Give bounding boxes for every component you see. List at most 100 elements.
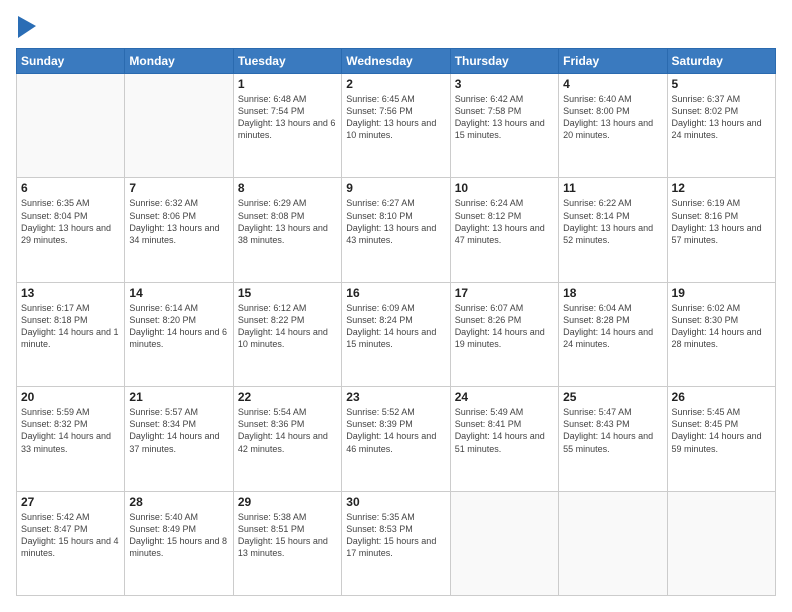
day-info: Sunrise: 5:54 AM Sunset: 8:36 PM Dayligh… — [238, 406, 337, 455]
weekday-header: Saturday — [667, 49, 775, 74]
day-number: 14 — [129, 286, 228, 300]
calendar-cell: 30 Sunrise: 5:35 AM Sunset: 8:53 PM Dayli… — [342, 491, 450, 595]
calendar-cell: 27 Sunrise: 5:42 AM Sunset: 8:47 PM Dayli… — [17, 491, 125, 595]
day-info: Sunrise: 6:27 AM Sunset: 8:10 PM Dayligh… — [346, 197, 445, 246]
day-number: 3 — [455, 77, 554, 91]
day-number: 2 — [346, 77, 445, 91]
day-info: Sunrise: 6:22 AM Sunset: 8:14 PM Dayligh… — [563, 197, 662, 246]
day-info: Sunrise: 6:04 AM Sunset: 8:28 PM Dayligh… — [563, 302, 662, 351]
day-number: 8 — [238, 181, 337, 195]
day-number: 6 — [21, 181, 120, 195]
weekday-header: Friday — [559, 49, 667, 74]
day-number: 22 — [238, 390, 337, 404]
calendar-cell: 2 Sunrise: 6:45 AM Sunset: 7:56 PM Daylig… — [342, 74, 450, 178]
day-info: Sunrise: 5:47 AM Sunset: 8:43 PM Dayligh… — [563, 406, 662, 455]
day-info: Sunrise: 6:29 AM Sunset: 8:08 PM Dayligh… — [238, 197, 337, 246]
day-number: 12 — [672, 181, 771, 195]
calendar-week-row: 27 Sunrise: 5:42 AM Sunset: 8:47 PM Dayli… — [17, 491, 776, 595]
day-number: 23 — [346, 390, 445, 404]
day-number: 9 — [346, 181, 445, 195]
calendar-cell: 29Sunrise: 5:38 AM Sunset: 8:51 PM Dayli… — [233, 491, 341, 595]
calendar-cell: 15 Sunrise: 6:12 AM Sunset: 8:22 PM Dayli… — [233, 282, 341, 386]
day-number: 4 — [563, 77, 662, 91]
day-info: Sunrise: 5:57 AM Sunset: 8:34 PM Dayligh… — [129, 406, 228, 455]
day-info: Sunrise: 5:59 AM Sunset: 8:32 PM Dayligh… — [21, 406, 120, 455]
day-number: 15 — [238, 286, 337, 300]
day-info: Sunrise: 5:49 AM Sunset: 8:41 PM Dayligh… — [455, 406, 554, 455]
calendar-cell: 1 Sunrise: 6:48 AM Sunset: 7:54 PM Daylig… — [233, 74, 341, 178]
day-info: Sunrise: 5:52 AM Sunset: 8:39 PM Dayligh… — [346, 406, 445, 455]
calendar-cell: 26 Sunrise: 5:45 AM Sunset: 8:45 PM Dayli… — [667, 387, 775, 491]
calendar-week-row: 13Sunrise: 6:17 AM Sunset: 8:18 PM Dayli… — [17, 282, 776, 386]
calendar-cell — [559, 491, 667, 595]
day-info: Sunrise: 6:32 AM Sunset: 8:06 PM Dayligh… — [129, 197, 228, 246]
calendar-cell: 18 Sunrise: 6:04 AM Sunset: 8:28 PM Dayli… — [559, 282, 667, 386]
day-number: 5 — [672, 77, 771, 91]
day-number: 25 — [563, 390, 662, 404]
day-info: Sunrise: 6:48 AM Sunset: 7:54 PM Dayligh… — [238, 93, 337, 142]
day-info: Sunrise: 6:42 AM Sunset: 7:58 PM Dayligh… — [455, 93, 554, 142]
day-number: 26 — [672, 390, 771, 404]
logo-icon — [18, 16, 36, 38]
day-number: 11 — [563, 181, 662, 195]
calendar-cell: 24 Sunrise: 5:49 AM Sunset: 8:41 PM Dayli… — [450, 387, 558, 491]
calendar-cell: 23 Sunrise: 5:52 AM Sunset: 8:39 PM Dayli… — [342, 387, 450, 491]
day-info: Sunrise: 6:37 AM Sunset: 8:02 PM Dayligh… — [672, 93, 771, 142]
calendar-cell: 7 Sunrise: 6:32 AM Sunset: 8:06 PM Daylig… — [125, 178, 233, 282]
calendar-week-row: 1 Sunrise: 6:48 AM Sunset: 7:54 PM Daylig… — [17, 74, 776, 178]
calendar-cell: 25 Sunrise: 5:47 AM Sunset: 8:43 PM Dayli… — [559, 387, 667, 491]
day-info: Sunrise: 5:35 AM Sunset: 8:53 PM Dayligh… — [346, 511, 445, 560]
calendar-cell: 3 Sunrise: 6:42 AM Sunset: 7:58 PM Daylig… — [450, 74, 558, 178]
calendar-cell: 28 Sunrise: 5:40 AM Sunset: 8:49 PM Dayli… — [125, 491, 233, 595]
calendar-cell: 20 Sunrise: 5:59 AM Sunset: 8:32 PM Dayli… — [17, 387, 125, 491]
calendar-cell — [667, 491, 775, 595]
day-info: Sunrise: 6:09 AM Sunset: 8:24 PM Dayligh… — [346, 302, 445, 351]
day-info: Sunrise: 6:24 AM Sunset: 8:12 PM Dayligh… — [455, 197, 554, 246]
day-number: 18 — [563, 286, 662, 300]
calendar-cell — [17, 74, 125, 178]
day-info: Sunrise: 6:40 AM Sunset: 8:00 PM Dayligh… — [563, 93, 662, 142]
day-number: 1 — [238, 77, 337, 91]
calendar-cell: 19Sunrise: 6:02 AM Sunset: 8:30 PM Dayli… — [667, 282, 775, 386]
calendar-cell: 9 Sunrise: 6:27 AM Sunset: 8:10 PM Daylig… — [342, 178, 450, 282]
day-number: 13 — [21, 286, 120, 300]
calendar-week-row: 20 Sunrise: 5:59 AM Sunset: 8:32 PM Dayli… — [17, 387, 776, 491]
calendar-cell: 17 Sunrise: 6:07 AM Sunset: 8:26 PM Dayli… — [450, 282, 558, 386]
day-info: Sunrise: 6:12 AM Sunset: 8:22 PM Dayligh… — [238, 302, 337, 351]
day-info: Sunrise: 5:42 AM Sunset: 8:47 PM Dayligh… — [21, 511, 120, 560]
calendar-cell: 22 Sunrise: 5:54 AM Sunset: 8:36 PM Dayli… — [233, 387, 341, 491]
calendar-cell: 8 Sunrise: 6:29 AM Sunset: 8:08 PM Daylig… — [233, 178, 341, 282]
day-info: Sunrise: 6:02 AM Sunset: 8:30 PM Dayligh… — [672, 302, 771, 351]
day-info: Sunrise: 6:45 AM Sunset: 7:56 PM Dayligh… — [346, 93, 445, 142]
header — [16, 16, 776, 38]
weekday-header: Tuesday — [233, 49, 341, 74]
day-info: Sunrise: 6:07 AM Sunset: 8:26 PM Dayligh… — [455, 302, 554, 351]
day-info: Sunrise: 5:40 AM Sunset: 8:49 PM Dayligh… — [129, 511, 228, 560]
day-number: 10 — [455, 181, 554, 195]
day-number: 28 — [129, 495, 228, 509]
day-info: Sunrise: 5:45 AM Sunset: 8:45 PM Dayligh… — [672, 406, 771, 455]
weekday-header: Sunday — [17, 49, 125, 74]
day-number: 27 — [21, 495, 120, 509]
day-info: Sunrise: 6:19 AM Sunset: 8:16 PM Dayligh… — [672, 197, 771, 246]
day-number: 7 — [129, 181, 228, 195]
calendar-table: SundayMondayTuesdayWednesdayThursdayFrid… — [16, 48, 776, 596]
calendar-cell: 10 Sunrise: 6:24 AM Sunset: 8:12 PM Dayli… — [450, 178, 558, 282]
calendar-cell: 6Sunrise: 6:35 AM Sunset: 8:04 PM Daylig… — [17, 178, 125, 282]
logo — [16, 16, 42, 38]
calendar-cell: 21 Sunrise: 5:57 AM Sunset: 8:34 PM Dayli… — [125, 387, 233, 491]
calendar-cell: 5 Sunrise: 6:37 AM Sunset: 8:02 PM Daylig… — [667, 74, 775, 178]
weekday-header: Wednesday — [342, 49, 450, 74]
calendar-cell — [450, 491, 558, 595]
day-number: 24 — [455, 390, 554, 404]
day-number: 17 — [455, 286, 554, 300]
day-number: 16 — [346, 286, 445, 300]
day-number: 21 — [129, 390, 228, 404]
day-number: 30 — [346, 495, 445, 509]
day-info: Sunrise: 6:14 AM Sunset: 8:20 PM Dayligh… — [129, 302, 228, 351]
calendar-week-row: 6Sunrise: 6:35 AM Sunset: 8:04 PM Daylig… — [17, 178, 776, 282]
calendar-cell: 4 Sunrise: 6:40 AM Sunset: 8:00 PM Daylig… — [559, 74, 667, 178]
day-number: 20 — [21, 390, 120, 404]
calendar-cell: 14 Sunrise: 6:14 AM Sunset: 8:20 PM Dayli… — [125, 282, 233, 386]
day-info: Sunrise: 5:38 AM Sunset: 8:51 PM Dayligh… — [238, 511, 337, 560]
